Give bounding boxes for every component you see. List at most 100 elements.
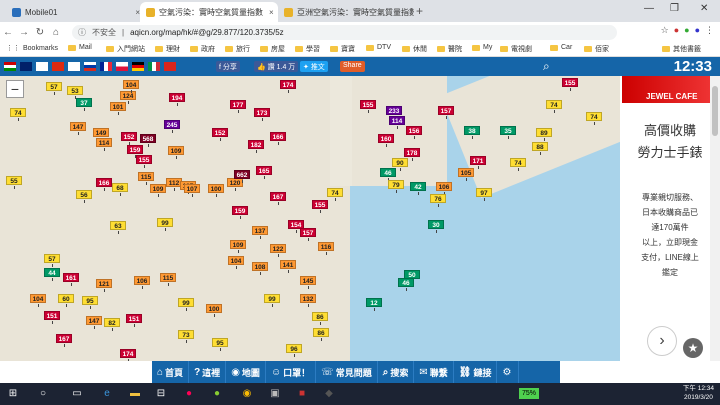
aqi-station-marker[interactable]: 104 [123,80,139,93]
aqi-station-marker[interactable]: 147 [70,122,86,135]
aqi-station-marker[interactable]: 35 [500,126,516,139]
minimize-icon[interactable]: — [644,3,654,14]
bookmark-folder[interactable]: 政府 [190,44,215,54]
store-icon[interactable]: ⊟ [154,387,168,401]
aqi-station-marker[interactable]: 137 [252,226,268,239]
aqi-station-marker[interactable]: 159 [127,145,143,158]
aqi-station-marker[interactable]: 174 [120,349,136,361]
bookmark-bookmarks[interactable]: ⋮⋮ Bookmarks [6,44,58,53]
aqi-station-marker[interactable]: 99 [264,294,280,307]
aqi-station-marker[interactable]: 86 [312,312,328,325]
aqi-station-marker[interactable]: 109 [150,184,166,197]
aqi-station-marker[interactable]: 63 [110,221,126,234]
aqi-station-marker[interactable]: 156 [406,126,422,139]
aqi-station-marker[interactable]: 151 [44,311,60,324]
aqi-station-marker[interactable]: 116 [318,242,334,255]
aqi-station-marker[interactable]: 60 [58,294,74,307]
page-scrollbar[interactable] [710,76,720,361]
zoom-out-button[interactable]: − [6,80,24,98]
aqi-station-marker[interactable]: 174 [280,80,296,93]
tweet-button[interactable]: ✦ 推文 [300,61,328,72]
aqi-station-marker[interactable]: 86 [313,328,329,341]
aqi-station-marker[interactable]: 568 [140,134,156,147]
aqi-station-marker[interactable]: 42 [410,182,426,195]
file-explorer-icon[interactable]: ▬ [128,387,142,401]
aqi-station-marker[interactable]: 79 [388,180,404,193]
bookmark-folder[interactable]: Car [550,44,572,51]
language-flag-icon[interactable] [100,62,112,71]
aqi-station-marker[interactable]: 124 [120,91,136,104]
aqi-station-marker[interactable]: 104 [228,256,244,269]
search-icon[interactable]: ○ [36,387,50,401]
chrome-icon[interactable]: ◉ [240,387,254,401]
aqi-station-marker[interactable]: 171 [470,156,486,169]
language-flag-icon[interactable] [116,62,128,71]
bookmark-folder[interactable]: DTV [366,44,391,51]
tab-asia-aqicn[interactable]: 亞洲空氣污染：實時空氣質量指數 × [278,2,414,22]
language-flag-icon[interactable] [68,62,80,71]
bookmark-other[interactable]: 其他書籤 [662,44,701,54]
aqi-station-marker[interactable]: 157 [300,228,316,241]
aqi-station-marker[interactable]: 37 [76,98,92,111]
aqi-station-marker[interactable]: 115 [138,172,154,185]
aqi-station-marker[interactable]: 95 [82,296,98,309]
aqi-station-marker[interactable]: 97 [476,188,492,201]
url-input[interactable]: ⓘ 不安全 | aqicn.org/map/hk/#@g/29.877/120.… [72,25,617,40]
aqi-station-marker[interactable]: 74 [546,100,562,113]
aqi-station-marker[interactable]: 173 [254,108,270,121]
bottom-nav-item[interactable]: ⚙ [497,361,520,383]
tab-aqicn[interactable]: 空氣污染：實時空氣質量指數 × [140,2,278,22]
aqi-station-marker[interactable]: 46 [398,278,414,291]
aqi-station-marker[interactable]: 95 [212,338,228,351]
aqi-station-marker[interactable]: 104 [30,294,46,307]
language-flag-icon[interactable] [164,62,176,71]
aqi-station-marker[interactable]: 88 [532,142,548,155]
advertisement[interactable]: JEWEL CAFE 高價收購 勞力士手錶 專業親切服務、 日本收購商品已 達1… [620,76,720,361]
aqi-station-marker[interactable]: 155 [360,100,376,113]
aqi-station-marker[interactable]: 30 [428,220,444,233]
aqi-station-marker[interactable]: 114 [96,138,112,151]
aqi-station-marker[interactable]: 38 [464,126,480,139]
extension-icon[interactable]: ● [695,25,700,36]
share-button[interactable]: Share [340,61,365,72]
new-tab-icon[interactable]: + [416,4,423,18]
facebook-like-button[interactable]: 👍 讚 1.4 万 [254,61,299,72]
battery-indicator[interactable]: 75% [519,388,539,399]
language-flag-icon[interactable] [148,62,160,71]
back-icon[interactable]: ← [0,27,16,38]
aqi-station-marker[interactable]: 167 [56,334,72,347]
aqi-station-marker[interactable]: 662 [234,170,250,183]
aqi-station-marker[interactable]: 74 [510,158,526,171]
aqi-station-marker[interactable]: 165 [256,166,272,179]
aqi-station-marker[interactable]: 101 [110,102,126,115]
aqi-station-marker[interactable]: 12 [366,298,382,311]
aqi-station-marker[interactable]: 100 [208,184,224,197]
aqi-station-marker[interactable]: 147 [86,316,102,329]
home-icon[interactable]: ⌂ [48,27,64,38]
aqi-station-marker[interactable]: 145 [300,276,316,289]
aqi-station-marker[interactable]: 73 [178,330,194,343]
aqi-station-marker[interactable]: 74 [327,188,343,201]
bookmark-folder[interactable]: 房屋 [260,44,285,54]
aqi-station-marker[interactable]: 160 [378,134,394,147]
aqi-station-marker[interactable]: 107 [184,184,200,197]
bottom-nav-item[interactable]: ☏ 常見問題 [316,361,378,383]
edge-icon[interactable]: e [100,387,114,401]
aqi-station-marker[interactable]: 233 [386,106,402,119]
aqi-station-marker[interactable]: 167 [270,192,286,205]
aqi-station-marker[interactable]: 82 [104,318,120,331]
scrollbar-thumb[interactable] [712,86,718,136]
ad-pin-icon[interactable]: ★ [683,338,703,358]
aqi-station-marker[interactable]: 152 [121,132,137,145]
close-icon[interactable]: × [263,8,274,17]
aqi-station-marker[interactable]: 68 [112,183,128,196]
aqi-station-marker[interactable]: 178 [404,148,420,161]
bookmark-folder[interactable]: Mail [68,44,92,51]
aqi-station-marker[interactable]: 155 [562,78,578,91]
system-clock[interactable]: 下午 12:34 2019/3/20 [683,384,714,402]
aqi-station-marker[interactable]: 114 [389,116,405,129]
aqi-station-marker[interactable]: 46 [380,168,396,181]
aqi-station-marker[interactable]: 109 [230,240,246,253]
bookmark-folder[interactable]: 休閒 [402,44,427,54]
bottom-nav-item[interactable]: ✉ 聯繫 [414,361,454,383]
